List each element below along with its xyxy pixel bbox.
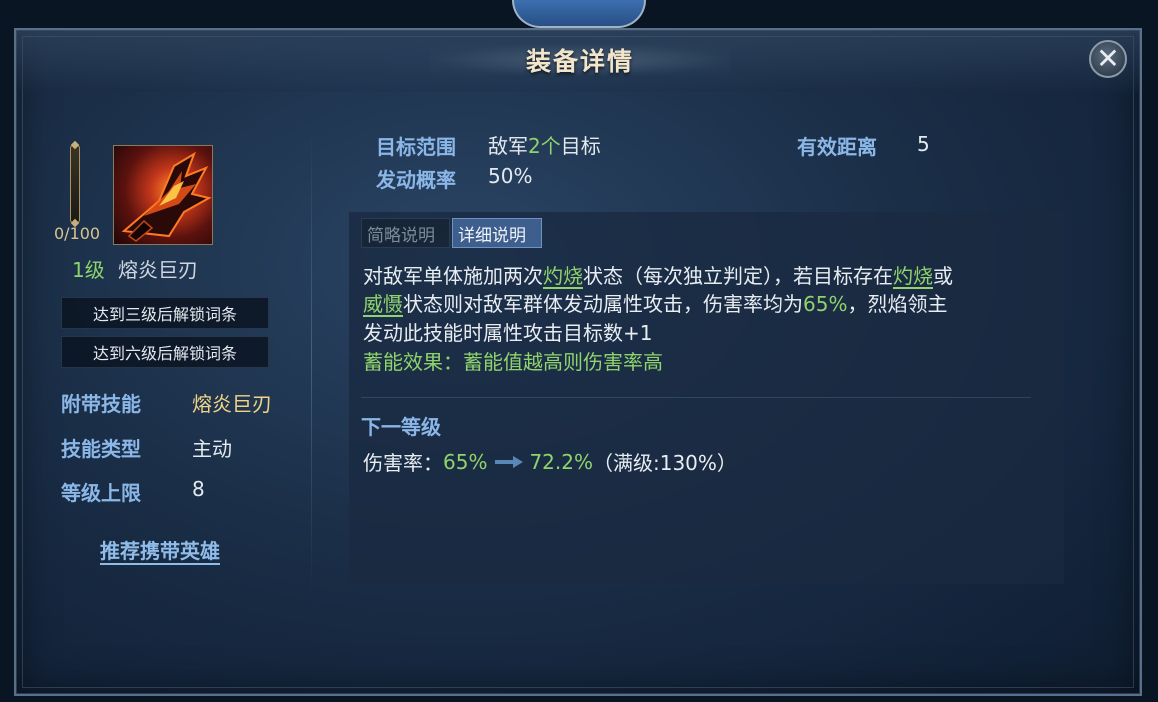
next-damage-rate: 72.2% (529, 449, 593, 474)
tab-detailed-description[interactable]: 详细说明 (452, 218, 542, 248)
level-cap-value: 8 (192, 477, 205, 501)
attached-skill-value: 熔炎巨刃 (192, 392, 272, 416)
skill-type-value: 主动 (192, 437, 232, 461)
keyword-burn[interactable]: 灼烧 (543, 264, 583, 288)
level-progress-bar (70, 145, 80, 223)
description-line-1: 对敌军单体施加两次灼烧状态（每次独立判定），若目标存在灼烧或 (363, 264, 953, 288)
attached-skill-label: 附带技能 (61, 392, 141, 416)
column-divider (311, 125, 312, 595)
close-icon: ✕ (1096, 42, 1120, 75)
target-range-label: 目标范围 (376, 135, 456, 159)
next-level-title: 下一等级 (361, 415, 441, 439)
max-damage-rate: （满级:130%） (593, 451, 737, 475)
skill-type-label: 技能类型 (61, 437, 141, 461)
keyword-deter[interactable]: 威慑 (363, 292, 403, 316)
unlock-entry-level-6: 达到六级后解锁词条 (61, 336, 269, 368)
description-line-2: 威慑状态则对敌军群体发动属性攻击，伤害率均为65%，烈焰领主 (363, 292, 948, 316)
page-title: 装备详情 (525, 47, 634, 76)
level-cap-label: 等级上限 (61, 481, 141, 505)
item-icon[interactable] (113, 145, 213, 245)
item-name: 熔炎巨刃 (118, 258, 198, 282)
flame-blade-icon (121, 151, 212, 242)
arrow-right-icon (495, 455, 525, 469)
crest-ornament (512, 0, 646, 28)
current-damage-rate: 65% (443, 449, 488, 474)
target-range-value: 敌军2个目标 (488, 134, 601, 158)
close-button[interactable]: ✕ (1089, 40, 1127, 78)
trigger-rate-value: 50% (488, 164, 533, 188)
effective-distance-label: 有效距离 (797, 135, 877, 159)
effective-distance-value: 5 (917, 132, 930, 156)
recommend-heroes-link[interactable]: 推荐携带英雄 (100, 535, 220, 564)
title-plate: 装备详情 (430, 38, 730, 82)
charge-effect-line: 蓄能效果：蓄能值越高则伤害率高 (363, 350, 663, 374)
tab-brief-description[interactable]: 简略说明 (361, 218, 450, 248)
keyword-burn-2[interactable]: 灼烧 (893, 264, 933, 288)
description-line-3: 发动此技能时属性攻击目标数+1 (363, 321, 653, 345)
section-divider (361, 397, 1031, 398)
trigger-rate-label: 发动概率 (376, 168, 456, 192)
progress-text: 0/100 (54, 224, 101, 243)
item-level: 1级 (72, 258, 105, 282)
next-level-damage-line: 伤害率： 65% 72.2% （满级:130%） (363, 447, 737, 476)
unlock-entry-level-3: 达到三级后解锁词条 (61, 297, 269, 329)
